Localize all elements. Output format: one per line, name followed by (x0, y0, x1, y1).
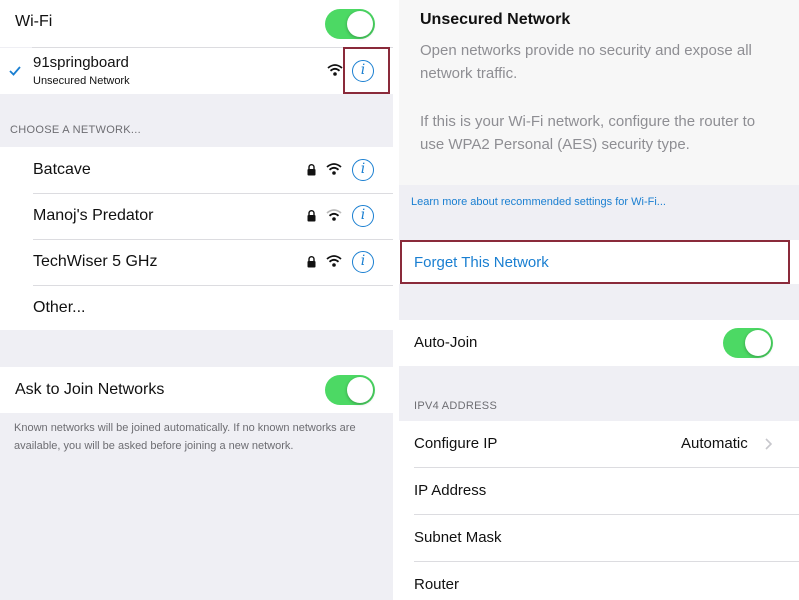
auto-join-toggle[interactable] (723, 328, 773, 358)
other-network-label: Other... (33, 299, 86, 316)
lock-icon (307, 164, 316, 176)
info-icon[interactable]: i (352, 205, 374, 227)
ask-to-join-label: Ask to Join Networks (15, 381, 165, 398)
security-warning: Unsecured Network Open networks provide … (399, 0, 799, 185)
ask-to-join-row: Ask to Join Networks (0, 367, 393, 413)
configure-ip-row[interactable]: Configure IP Automatic (399, 421, 799, 467)
wifi-label: Wi-Fi (15, 13, 53, 30)
info-button-highlight (343, 47, 390, 94)
subnet-mask-label: Subnet Mask (414, 529, 502, 546)
network-detail-pane: Unsecured Network Open networks provide … (399, 0, 799, 600)
configure-ip-value: Automatic (681, 435, 748, 452)
wifi-signal-icon (326, 163, 342, 175)
ask-to-join-toggle[interactable] (325, 375, 375, 405)
connected-network-name: 91springboard (33, 54, 129, 71)
network-row-techwiser[interactable]: TechWiser 5 GHz i (0, 239, 393, 285)
warning-desc-open: Open networks provide no security and ex… (420, 42, 752, 82)
network-name: Manoj's Predator (33, 207, 154, 224)
subnet-mask-row: Subnet Mask (399, 515, 799, 561)
configure-ip-label: Configure IP (414, 435, 498, 452)
lock-icon (307, 210, 316, 222)
network-row-manojs-predator[interactable]: Manoj's Predator i (0, 193, 393, 239)
network-row-other[interactable]: Other... (0, 285, 393, 330)
auto-join-label: Auto-Join (414, 334, 478, 351)
network-row-batcave[interactable]: Batcave i (0, 147, 393, 193)
lock-icon (307, 256, 316, 268)
forget-button-highlight (400, 240, 790, 284)
warning-title: Unsecured Network (420, 11, 571, 28)
ipv4-header: IPV4 ADDRESS (414, 400, 498, 412)
info-icon[interactable]: i (352, 251, 374, 273)
wifi-toggle-row: Wi-Fi (0, 0, 393, 47)
chevron-right-icon (765, 438, 772, 450)
ip-address-row: IP Address (399, 468, 799, 514)
network-name: TechWiser 5 GHz (33, 253, 158, 270)
ask-to-join-footnote: Known networks will be joined automatica… (14, 422, 356, 452)
ip-address-label: IP Address (414, 482, 487, 499)
network-name: Batcave (33, 161, 91, 178)
wifi-settings-pane: Wi-Fi 91springboard Unsecured Network i … (0, 0, 393, 600)
info-icon[interactable]: i (352, 159, 374, 181)
warning-desc-wpa2: If this is your Wi-Fi network, configure… (420, 113, 756, 153)
wifi-toggle[interactable] (325, 9, 375, 39)
auto-join-row: Auto-Join (399, 320, 799, 366)
wifi-signal-icon (327, 64, 343, 76)
connected-network-status: Unsecured Network (33, 75, 130, 87)
learn-more-link[interactable]: Learn more about recommended settings fo… (411, 196, 666, 208)
ipv4-list: Configure IP Automatic IP Address Subnet… (399, 421, 799, 600)
connected-network-row[interactable]: 91springboard Unsecured Network i (0, 48, 393, 94)
wifi-signal-icon (326, 255, 342, 267)
router-row: Router (399, 562, 799, 600)
network-list: Batcave i Manoj's Predator i TechWiser 5… (0, 147, 393, 330)
wifi-signal-icon (326, 209, 342, 221)
checkmark-icon (9, 66, 21, 76)
choose-network-header: CHOOSE A NETWORK... (10, 124, 141, 136)
router-label: Router (414, 576, 460, 593)
